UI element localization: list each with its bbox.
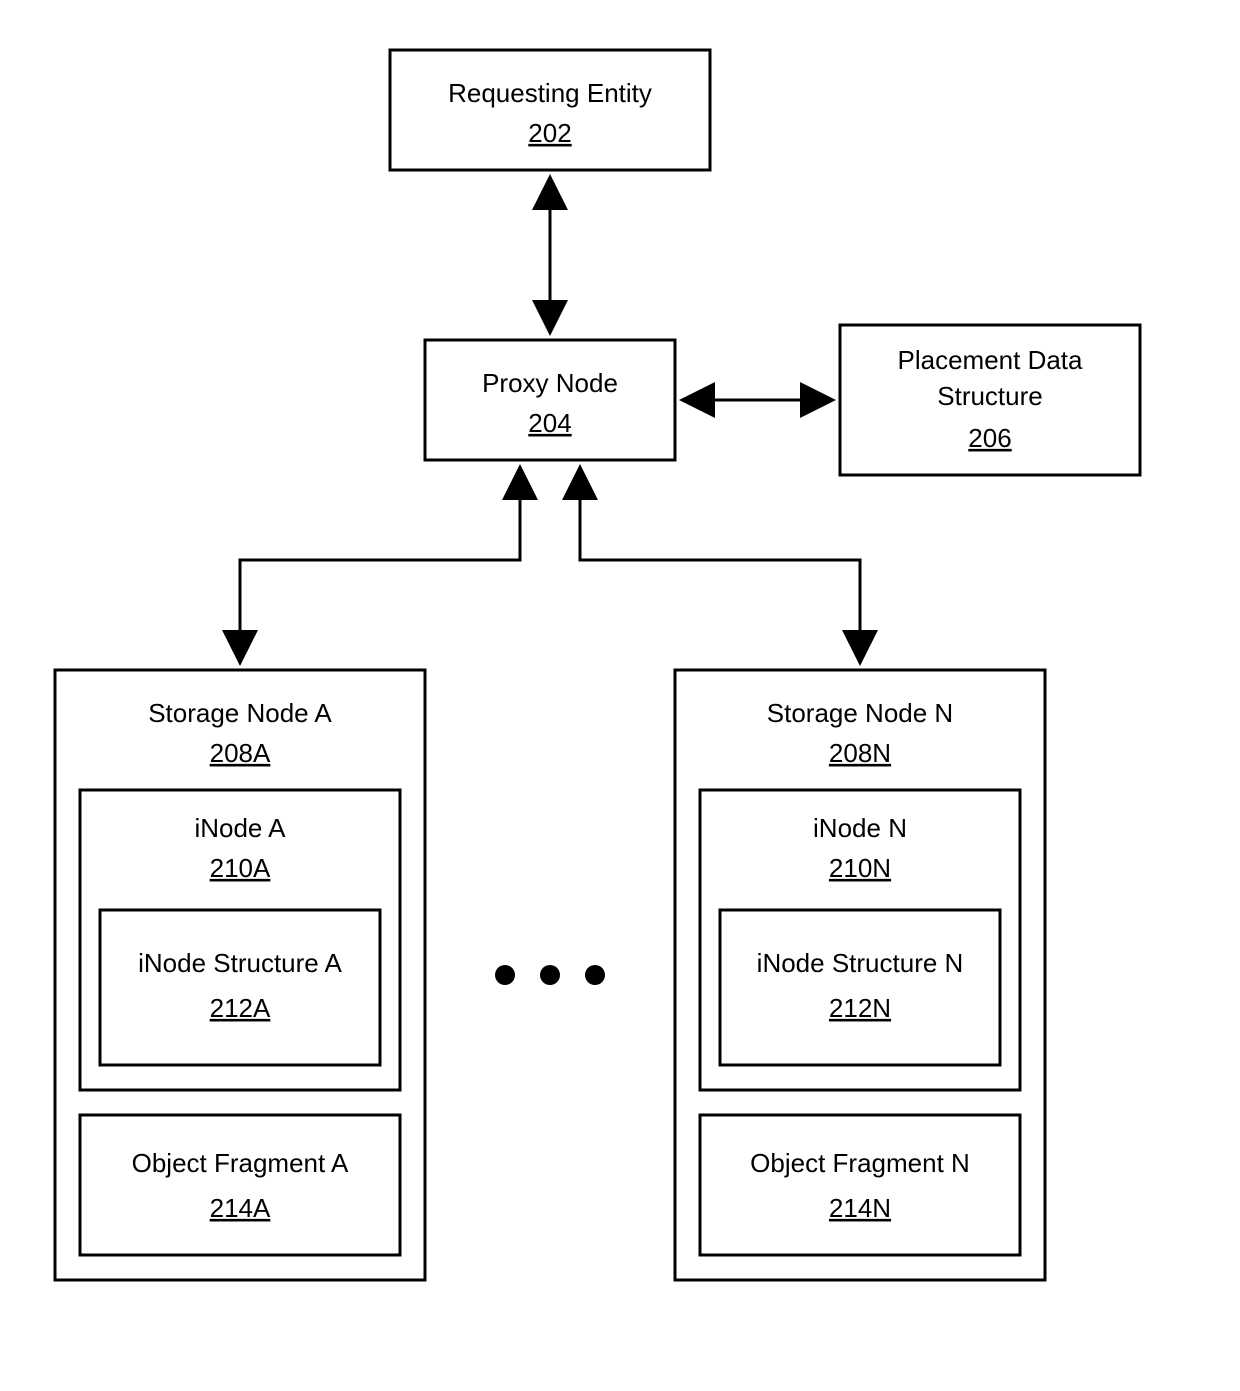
inode-struct-n-box: iNode Structure N 212N <box>720 910 1000 1065</box>
inode-n-num: 210N <box>829 853 891 883</box>
arrow-proxy-storage-a <box>240 470 520 660</box>
inode-struct-a-box: iNode Structure A 212A <box>100 910 380 1065</box>
requesting-entity-label: Requesting Entity <box>448 78 652 108</box>
frag-n-num: 214N <box>829 1193 891 1223</box>
storage-node-a-box: Storage Node A 208A iNode A 210A iNode S… <box>55 670 425 1280</box>
storage-a-num: 208A <box>210 738 271 768</box>
storage-node-n-box: Storage Node N 208N iNode N 210N iNode S… <box>675 670 1045 1280</box>
inode-n-label: iNode N <box>813 813 907 843</box>
requesting-entity-num: 202 <box>528 118 571 148</box>
inode-a-num: 210A <box>210 853 271 883</box>
proxy-node-box: Proxy Node 204 <box>425 340 675 460</box>
placement-label2: Structure <box>937 381 1043 411</box>
inode-n-box: iNode N 210N iNode Structure N 212N <box>700 790 1020 1090</box>
inode-struct-a-label: iNode Structure A <box>138 948 342 978</box>
storage-n-num: 208N <box>829 738 891 768</box>
proxy-node-label: Proxy Node <box>482 368 618 398</box>
inode-struct-a-num: 212A <box>210 993 271 1023</box>
inode-a-label: iNode A <box>194 813 286 843</box>
placement-label1: Placement Data <box>898 345 1084 375</box>
placement-box: Placement Data Structure 206 <box>840 325 1140 475</box>
inode-struct-n-label: iNode Structure N <box>757 948 964 978</box>
frag-a-num: 214A <box>210 1193 271 1223</box>
storage-a-label: Storage Node A <box>148 698 332 728</box>
placement-num: 206 <box>968 423 1011 453</box>
inode-struct-n-num: 212N <box>829 993 891 1023</box>
requesting-entity-box: Requesting Entity 202 <box>390 50 710 170</box>
proxy-node-num: 204 <box>528 408 571 438</box>
object-fragment-a-box: Object Fragment A 214A <box>80 1115 400 1255</box>
frag-n-label: Object Fragment N <box>750 1148 970 1178</box>
arrow-proxy-storage-n <box>580 470 860 660</box>
storage-n-label: Storage Node N <box>767 698 953 728</box>
object-fragment-n-box: Object Fragment N 214N <box>700 1115 1020 1255</box>
frag-a-label: Object Fragment A <box>132 1148 349 1178</box>
inode-a-box: iNode A 210A iNode Structure A 212A <box>80 790 400 1090</box>
ellipsis-dots <box>495 965 605 985</box>
